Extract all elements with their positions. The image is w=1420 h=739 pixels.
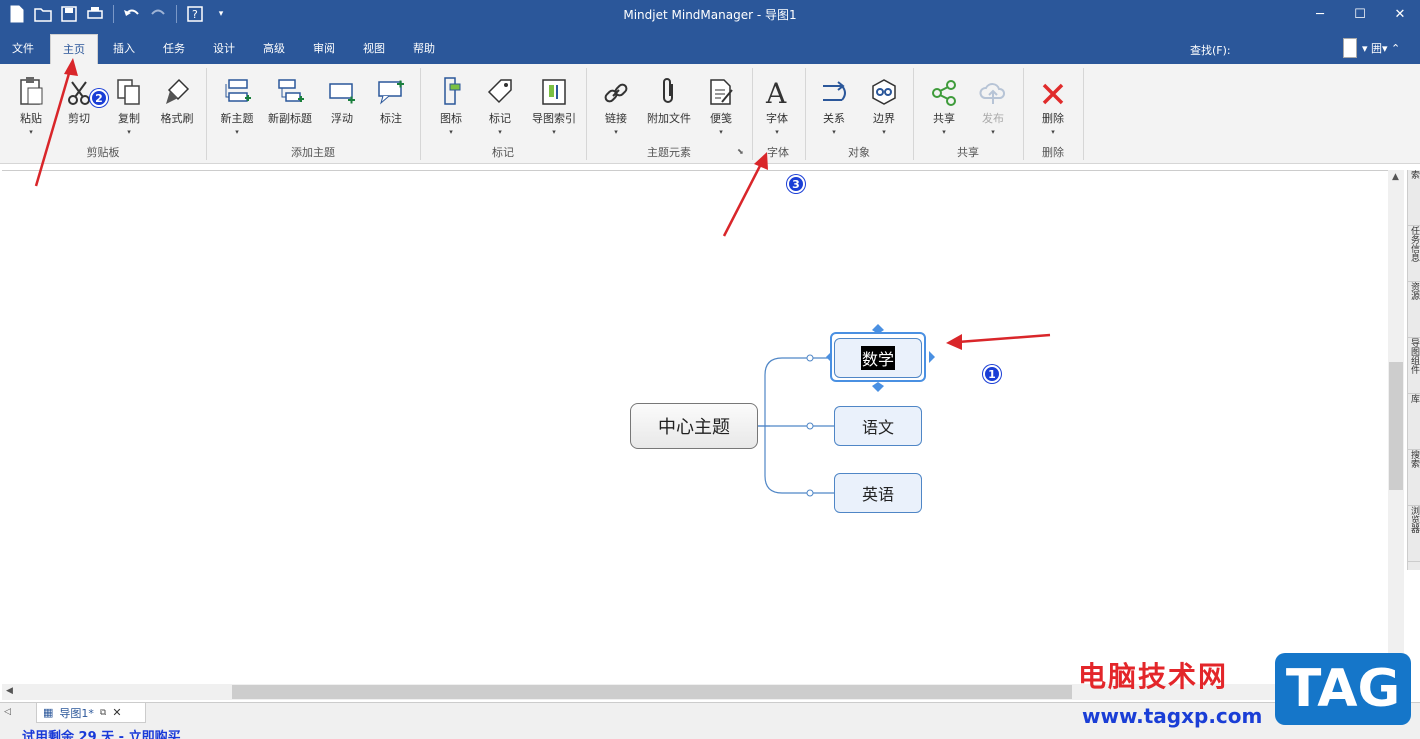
side-tab-index[interactable]: 索 <box>1408 170 1420 226</box>
step-badge-1: 1 <box>983 365 1001 383</box>
watermark-url: www.tagxp.com <box>1082 704 1263 728</box>
undock-icon[interactable]: ⧉ <box>100 708 106 718</box>
central-topic[interactable]: 中心主题 <box>630 403 758 449</box>
side-tab-task-info[interactable]: 任务信息 <box>1408 226 1420 282</box>
side-tab-library[interactable]: 库 <box>1408 394 1420 450</box>
topic-english[interactable]: 英语 <box>834 473 922 513</box>
doc-tab-label: 导图1* <box>59 706 94 720</box>
topic-chinese[interactable]: 语文 <box>834 406 922 446</box>
horizontal-scroll-thumb[interactable] <box>232 685 1072 699</box>
topic-connectors <box>34 58 1051 497</box>
scroll-left-icon[interactable]: ◀ <box>6 686 13 696</box>
scroll-up-icon[interactable]: ▲ <box>1392 172 1399 182</box>
tab-scroll-left-icon[interactable]: ◁ <box>4 707 11 717</box>
side-tab-search[interactable]: 搜索 <box>1408 450 1420 506</box>
vertical-scrollbar[interactable]: ▲ <box>1388 170 1404 700</box>
trial-notice[interactable]: 试用剩余 29 天 - 立即购买 <box>22 726 181 739</box>
topic-math[interactable]: 数学 <box>834 338 922 378</box>
map-doc-icon: ▦ <box>43 706 54 719</box>
watermark-logo: TAG <box>1275 653 1411 725</box>
close-tab-icon[interactable]: ✕ <box>112 706 121 719</box>
app-window: ? ▾ Mindjet MindManager - 导图1 ─ ☐ ✕ 文件 主… <box>0 0 1420 739</box>
watermark-text: 电脑技术网 <box>1078 660 1229 693</box>
vertical-scroll-thumb[interactable] <box>1389 362 1403 490</box>
side-tab-map-parts[interactable]: 导图组件 <box>1408 338 1420 394</box>
doc-tab-map1[interactable]: ▦ 导图1* ⧉ ✕ <box>36 703 146 723</box>
step-badge-3: 3 <box>787 175 805 193</box>
step-badge-2: 2 <box>90 89 108 107</box>
side-tab-resources[interactable]: 资源 <box>1408 282 1420 338</box>
topic-math-label: 数学 <box>860 346 895 370</box>
side-panel: 索 任务信息 资源 导图组件 库 搜索 浏览器 <box>1407 170 1420 570</box>
side-tab-browser[interactable]: 浏览器 <box>1408 506 1420 562</box>
